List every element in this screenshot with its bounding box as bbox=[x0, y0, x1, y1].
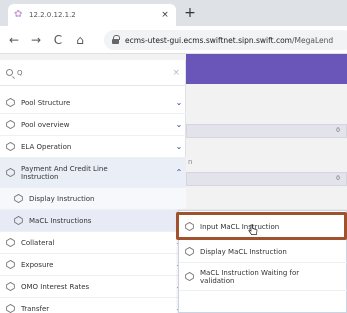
content-label: n bbox=[188, 158, 193, 166]
hexagon-icon bbox=[6, 260, 15, 269]
submenu-item-macl-waiting-validation[interactable]: MaCL Instruction Waiting for validation bbox=[179, 263, 347, 291]
sidebar-search: × bbox=[0, 60, 186, 86]
tab-title: 12.2.0.12.1.2 bbox=[29, 11, 76, 19]
sidebar-item-label: OMO Interest Rates bbox=[21, 282, 90, 291]
sidebar-item-label: Transfer bbox=[21, 304, 50, 313]
sidebar-menu: × Pool Structure ⌄ Pool overview ⌄ ELA O… bbox=[0, 60, 186, 313]
sidebar-item-label: ELA Operation bbox=[21, 142, 72, 151]
url-text: ecms-utest-gui.ecms.swiftnet.sipn.swift.… bbox=[125, 36, 333, 45]
sidebar-item-transfer[interactable]: Transfer ⌄ bbox=[0, 298, 186, 313]
app-header bbox=[186, 54, 347, 84]
content-field[interactable]: 0 bbox=[186, 172, 347, 186]
hexagon-icon bbox=[6, 120, 15, 129]
hand-cursor-icon bbox=[248, 224, 258, 235]
hexagon-icon bbox=[14, 216, 23, 225]
sidebar-item-payment-credit-line[interactable]: Payment And Credit Line Instruction ⌃ bbox=[0, 158, 186, 188]
submenu-item-display-macl[interactable]: Display MaCL Instruction bbox=[179, 241, 347, 263]
sidebar-item-label: Exposure bbox=[21, 260, 54, 269]
submenu-item-label: Display MaCL Instruction bbox=[200, 247, 287, 256]
hexagon-icon bbox=[185, 272, 194, 281]
url-host: ecms-utest-gui.ecms.swiftnet.sipn.swift.… bbox=[125, 35, 292, 45]
sidebar-item-macl-instructions[interactable]: MaCL Instructions ‹ bbox=[0, 210, 186, 232]
hexagon-icon bbox=[6, 304, 15, 313]
browser-tab[interactable]: ✿ 12.2.0.12.1.2 × bbox=[8, 4, 176, 26]
back-button[interactable]: ← bbox=[6, 32, 22, 48]
sidebar-item-omo-interest-rates[interactable]: OMO Interest Rates ⌄ bbox=[0, 276, 186, 298]
sidebar-item-exposure[interactable]: Exposure ⌄ bbox=[0, 254, 186, 276]
sidebar-item-label: MaCL Instructions bbox=[29, 216, 92, 225]
sidebar-item-pool-overview[interactable]: Pool overview ⌄ bbox=[0, 114, 186, 136]
content-field[interactable]: 0 bbox=[186, 124, 347, 138]
tab-close-icon[interactable]: × bbox=[160, 10, 170, 20]
new-tab-button[interactable]: + bbox=[182, 5, 198, 21]
address-bar[interactable]: ecms-utest-gui.ecms.swiftnet.sipn.swift.… bbox=[104, 30, 347, 50]
favicon-icon: ✿ bbox=[14, 9, 23, 20]
hexagon-icon bbox=[14, 194, 23, 203]
sidebar-item-pool-structure[interactable]: Pool Structure ⌄ bbox=[0, 92, 186, 114]
forward-button[interactable]: → bbox=[28, 32, 44, 48]
hexagon-icon bbox=[6, 142, 15, 151]
chevron-down-icon[interactable]: ⌄ bbox=[172, 120, 186, 129]
chevron-down-icon[interactable]: ⌄ bbox=[172, 142, 186, 151]
browser-tab-bar: ✿ 12.2.0.12.1.2 × + bbox=[0, 0, 347, 26]
home-button[interactable]: ⌂ bbox=[72, 32, 88, 48]
hexagon-icon bbox=[6, 168, 15, 177]
sidebar-item-display-instruction[interactable]: Display Instruction bbox=[0, 188, 186, 210]
hexagon-icon bbox=[6, 98, 15, 107]
chevron-up-icon[interactable]: ⌃ bbox=[172, 168, 186, 177]
search-icon bbox=[6, 69, 13, 76]
sidebar-item-label: Collateral bbox=[21, 238, 55, 247]
submenu-item-label: MaCL Instruction Waiting for validation bbox=[200, 268, 300, 285]
chevron-down-icon[interactable]: ⌄ bbox=[172, 98, 186, 107]
sidebar-item-collateral[interactable]: Collateral ⌄ bbox=[0, 232, 186, 254]
browser-toolbar: ← → C ⌂ ecms-utest-gui.ecms.swiftnet.sip… bbox=[0, 26, 347, 54]
hexagon-icon bbox=[6, 282, 15, 291]
url-path: /MegaLend bbox=[291, 35, 334, 45]
clear-icon[interactable]: × bbox=[172, 68, 180, 78]
sidebar-item-label: Display Instruction bbox=[29, 194, 95, 203]
sidebar-item-label: Pool Structure bbox=[21, 98, 71, 107]
hexagon-icon bbox=[6, 238, 15, 247]
sidebar-item-label: Payment And Credit Line Instruction bbox=[21, 164, 108, 181]
selection-highlight bbox=[176, 212, 347, 240]
sidebar-item-ela-operation[interactable]: ELA Operation ⌄ bbox=[0, 136, 186, 158]
hexagon-icon bbox=[185, 247, 194, 256]
lock-icon bbox=[112, 34, 120, 44]
search-input[interactable] bbox=[17, 68, 173, 77]
sidebar-item-label: Pool overview bbox=[21, 120, 70, 129]
reload-button[interactable]: C bbox=[50, 32, 66, 48]
